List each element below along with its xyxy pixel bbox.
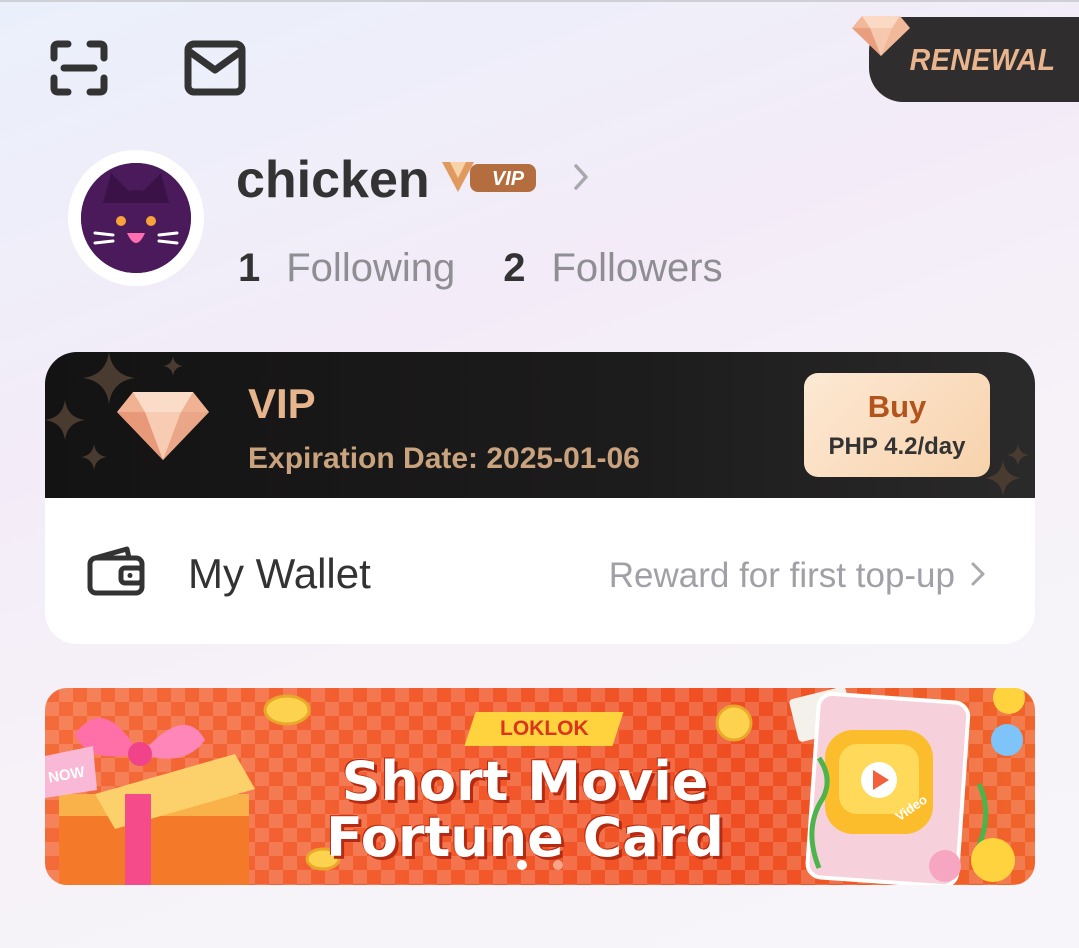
banner-title-line2: Fortune Card	[326, 806, 724, 869]
vip-expiration-date: Expiration Date: 2025-01-06	[248, 442, 640, 475]
promo-banner[interactable]: NOW LOKLOK Short Movie Fortune Card Vide…	[45, 688, 1035, 885]
vip-badge-label: VIP	[492, 168, 525, 190]
buy-vip-button[interactable]: Buy PHP 4.2/day	[804, 373, 990, 477]
buy-label: Buy	[867, 389, 927, 424]
chevron-right-icon[interactable]	[568, 160, 594, 194]
my-wallet-row[interactable]: My Wallet Reward for first top-up	[45, 498, 1035, 644]
loklok-logo-text: LOKLOK	[499, 717, 589, 740]
coin-icon	[715, 704, 753, 742]
follow-stats: 1 Following 2 Followers	[238, 246, 771, 291]
sparkle-icon	[163, 356, 183, 376]
sparkle-icon	[45, 400, 85, 440]
avatar[interactable]	[68, 150, 204, 286]
sparkle-icon	[1007, 444, 1029, 466]
cat-avatar-image	[81, 163, 191, 273]
banner-title: Short Movie Fortune Card	[315, 754, 735, 866]
membership-card: VIP Expiration Date: 2025-01-06 Buy PHP …	[45, 352, 1035, 644]
coin-icon	[263, 694, 311, 726]
renewal-label: RENEWAL	[909, 41, 1055, 77]
username[interactable]: chicken	[236, 150, 430, 210]
followers-count[interactable]: 2	[503, 246, 525, 291]
vip-badge: VIP	[442, 162, 536, 192]
chevron-right-icon	[971, 562, 985, 586]
carousel-indicators	[517, 860, 563, 870]
loklok-logo: LOKLOK	[464, 712, 624, 746]
vip-title: VIP	[248, 380, 316, 427]
carousel-dot[interactable]	[553, 860, 563, 870]
carousel-dot-active[interactable]	[517, 860, 527, 870]
followers-label[interactable]: Followers	[551, 246, 722, 291]
following-label[interactable]: Following	[286, 246, 455, 291]
following-count[interactable]: 1	[238, 246, 260, 291]
wallet-icon	[87, 546, 145, 596]
wallet-reward-hint: Reward for first top-up	[608, 556, 955, 595]
video-tv-illustration: Video	[789, 688, 1025, 885]
scan-icon[interactable]	[50, 40, 108, 96]
banner-title-line1: Short Movie	[341, 750, 709, 813]
gift-box-illustration: NOW	[45, 718, 255, 885]
buy-price: PHP 4.2/day	[828, 433, 966, 460]
diamond-icon	[852, 16, 910, 56]
top-divider	[0, 0, 1079, 2]
diamond-icon	[117, 392, 209, 460]
mail-icon[interactable]	[184, 40, 246, 96]
sparkle-icon	[81, 444, 107, 470]
vip-banner[interactable]: VIP Expiration Date: 2025-01-06 Buy PHP …	[45, 352, 1035, 498]
my-wallet-label: My Wallet	[188, 550, 371, 597]
